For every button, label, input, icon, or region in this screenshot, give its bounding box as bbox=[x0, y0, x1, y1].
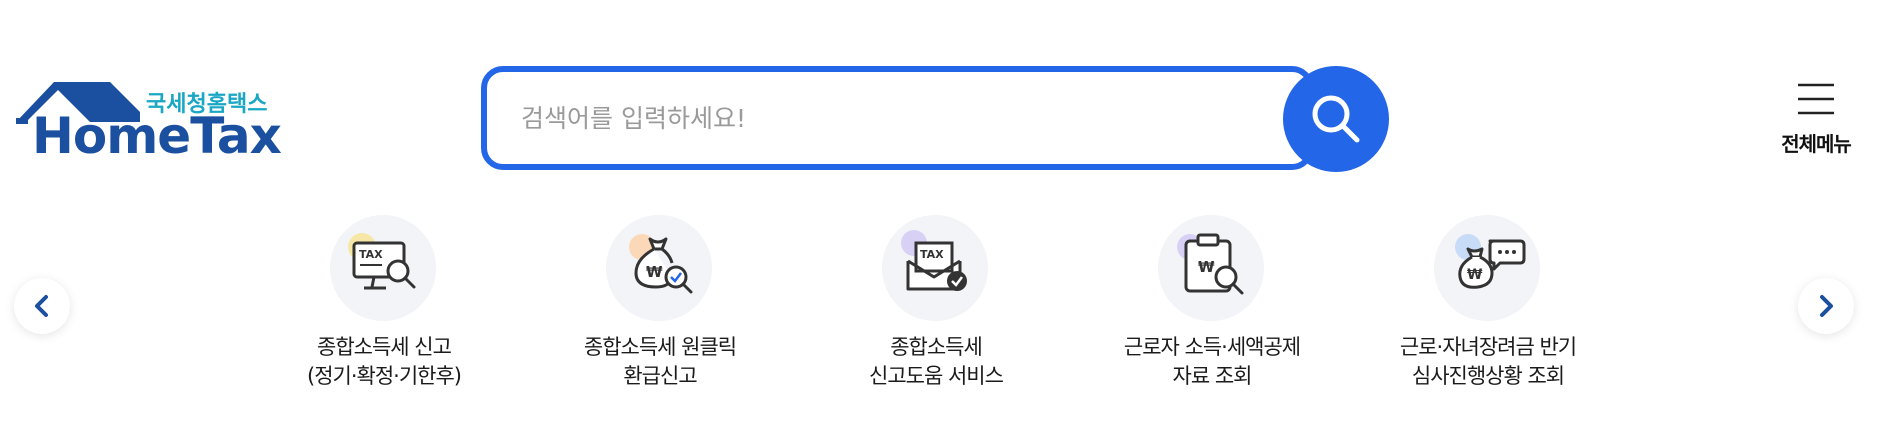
service-label: 근로·자녀장려금 반기 심사진행상황 조회 bbox=[1399, 335, 1577, 388]
service-label: 종합소득세 원클릭 환급신고 bbox=[583, 335, 737, 388]
svg-text:₩: ₩ bbox=[1467, 267, 1483, 283]
search-box bbox=[481, 66, 1314, 170]
service-icon-circle: ₩ bbox=[1434, 215, 1540, 321]
svg-text:TAX: TAX bbox=[359, 248, 383, 261]
service-worker-deduction-data[interactable]: ₩ 근로자 소득·세액공제 자료 조회 bbox=[1092, 215, 1332, 395]
service-income-tax-report[interactable]: TAX 종합소득세 신고 (정기·확정·기한후) bbox=[264, 215, 504, 395]
chevron-left-icon bbox=[35, 295, 48, 317]
money-bag-chat-icon: ₩ bbox=[1455, 234, 1526, 289]
hometax-logo[interactable]: 국세청홈택스 HomeTax bbox=[14, 78, 282, 164]
money-bag-search-icon: ₩ bbox=[629, 234, 693, 294]
logo-english-text: HomeTax bbox=[32, 107, 282, 165]
service-incentive-status[interactable]: ₩ 근로·자녀장려금 반기 심사진행상황 조회 bbox=[1368, 215, 1608, 395]
service-one-click-refund[interactable]: ₩ 종합소득세 원클릭 환급신고 bbox=[540, 215, 780, 395]
service-icon-circle: TAX bbox=[882, 215, 988, 321]
service-icon-circle: TAX bbox=[330, 215, 436, 321]
search-button[interactable] bbox=[1283, 66, 1389, 172]
svg-text:₩: ₩ bbox=[1198, 258, 1215, 276]
chevron-right-icon bbox=[1820, 295, 1833, 317]
service-report-help[interactable]: TAX 종합소득세 신고도움 서비스 bbox=[816, 215, 1056, 395]
carousel-next-button[interactable] bbox=[1798, 278, 1854, 334]
svg-text:₩: ₩ bbox=[646, 263, 663, 281]
service-label: 종합소득세 신고 (정기·확정·기한후) bbox=[307, 335, 462, 388]
full-menu-button[interactable]: 전체메뉴 bbox=[1768, 80, 1864, 160]
service-icon-circle: ₩ bbox=[1158, 215, 1264, 321]
search-input[interactable] bbox=[521, 72, 1261, 164]
tax-monitor-search-icon: TAX bbox=[348, 233, 416, 290]
service-label: 종합소득세 신고도움 서비스 bbox=[869, 335, 1004, 388]
hamburger-menu-icon bbox=[1798, 83, 1834, 115]
search-icon bbox=[1312, 95, 1360, 143]
tax-envelope-check-icon: TAX bbox=[901, 230, 967, 291]
svg-text:TAX: TAX bbox=[920, 248, 944, 261]
service-label: 근로자 소득·세액공제 자료 조회 bbox=[1123, 335, 1301, 388]
service-icon-circle: ₩ bbox=[606, 215, 712, 321]
full-menu-label: 전체메뉴 bbox=[1781, 132, 1852, 156]
carousel-prev-button[interactable] bbox=[14, 278, 70, 334]
clipboard-search-icon: ₩ bbox=[1177, 233, 1244, 295]
